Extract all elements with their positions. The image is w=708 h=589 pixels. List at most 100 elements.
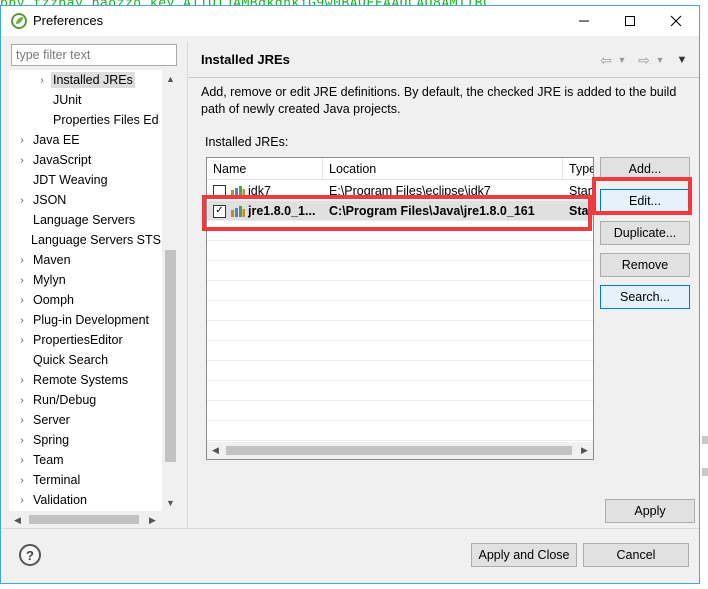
tree-item[interactable]: › Spring — [9, 430, 161, 450]
tree-horizontal-scrollbar[interactable]: ◀ ▶ — [9, 511, 179, 529]
table-row[interactable]: jdk7 E:\Program Files\eclipse\jdk7 Stan — [207, 181, 593, 201]
apply-and-close-button[interactable]: Apply and Close — [471, 543, 577, 567]
expand-arrow-icon[interactable]: › — [17, 455, 27, 466]
back-arrow-icon[interactable]: ⇦ — [597, 51, 615, 69]
scroll-left-icon[interactable]: ◀ — [207, 442, 224, 459]
expand-arrow-icon[interactable]: › — [17, 135, 27, 146]
scroll-down-icon[interactable]: ▼ — [162, 494, 179, 511]
tree-item[interactable]: › Plug-in Development — [9, 310, 161, 330]
column-header-type[interactable]: Type — [563, 158, 593, 180]
tree-item-label: Java EE — [33, 133, 80, 147]
pane-divider[interactable] — [187, 42, 188, 529]
jre-location-cell: C:\Program Files\Java\jre1.8.0_161 — [329, 204, 535, 218]
expand-arrow-icon[interactable]: › — [17, 295, 27, 306]
tree-item[interactable]: Language Servers STS — [9, 230, 161, 250]
table-horizontal-scrollbar[interactable]: ◀ ▶ — [207, 442, 593, 459]
tree-item-label: JDT Weaving — [33, 173, 108, 187]
tree-item[interactable]: Language Servers — [9, 210, 161, 230]
expand-arrow-icon[interactable]: › — [17, 395, 27, 406]
expand-arrow-icon[interactable]: › — [17, 255, 27, 266]
tree-item[interactable]: › Team — [9, 450, 161, 470]
page-title: Installed JREs — [201, 52, 290, 67]
help-icon[interactable]: ? — [19, 544, 41, 566]
tree-vertical-scrollbar[interactable]: ▲ ▼ — [162, 70, 179, 511]
scroll-thumb[interactable] — [165, 250, 176, 462]
empty-row — [207, 401, 593, 421]
tree-item-label: Run/Debug — [33, 393, 97, 407]
tree-item[interactable]: › Validation — [9, 490, 161, 510]
minimize-button[interactable] — [561, 6, 607, 36]
duplicate-button[interactable]: Duplicate... — [600, 221, 690, 245]
tree-item[interactable]: › PropertiesEditor — [9, 330, 161, 350]
edit-button[interactable]: Edit... — [600, 189, 690, 213]
expand-arrow-icon[interactable]: › — [17, 155, 27, 166]
expand-arrow-icon[interactable]: › — [17, 195, 27, 206]
expand-arrow-icon[interactable]: › — [17, 275, 27, 286]
scroll-left-icon[interactable]: ◀ — [9, 511, 26, 529]
tree-item[interactable]: Quick Search — [9, 350, 161, 370]
expand-arrow-icon[interactable]: › — [17, 435, 27, 446]
expand-arrow-icon[interactable]: › — [17, 475, 27, 486]
scroll-right-icon[interactable]: ▶ — [576, 442, 593, 459]
expand-arrow-icon[interactable]: › — [17, 375, 27, 386]
tree-item[interactable]: › Maven — [9, 250, 161, 270]
add-button[interactable]: Add... — [600, 157, 690, 181]
apply-button[interactable]: Apply — [605, 499, 695, 523]
remove-button[interactable]: Remove — [600, 253, 690, 277]
column-header-location[interactable]: Location — [323, 158, 563, 180]
scroll-up-icon[interactable]: ▲ — [162, 70, 179, 87]
tree-item[interactable]: JUnit — [9, 90, 161, 110]
tree-item-label: PropertiesEditor — [33, 333, 123, 347]
tree-item[interactable]: › Oomph — [9, 290, 161, 310]
preferences-navigation: ›Validation›Terminal›Team›Spring›Server›… — [9, 42, 179, 529]
tree-item-label: Maven — [33, 253, 71, 267]
preference-page: Installed JREs ⇦ ▼ ⇨ ▼ ▼ Add, remove or … — [189, 42, 699, 529]
tree-item-label: Language Servers — [33, 213, 136, 227]
jre-type-cell: Stan — [569, 184, 593, 198]
tree-item[interactable]: JDT Weaving — [9, 170, 161, 190]
back-menu-icon[interactable]: ▼ — [617, 51, 627, 69]
forward-arrow-icon[interactable]: ⇨ — [635, 51, 653, 69]
tree-item-label: Spring — [33, 433, 70, 447]
tree-item-label: Oomph — [33, 293, 74, 307]
jre-name: jre1.8.0_1... — [248, 204, 316, 218]
tree-item[interactable]: Properties Files Ed — [9, 110, 161, 130]
close-button[interactable] — [653, 6, 699, 36]
scroll-right-icon[interactable]: ▶ — [144, 511, 161, 529]
tree-item[interactable]: › JSON — [9, 190, 161, 210]
jre-default-checkbox[interactable]: ✓ — [213, 204, 226, 218]
tree-item[interactable]: › Terminal — [9, 470, 161, 490]
tree-item[interactable]: › Run/Debug — [9, 390, 161, 410]
tree-item[interactable]: › Installed JREs — [9, 70, 161, 90]
search-button[interactable]: Search... — [600, 285, 690, 309]
tree-item[interactable]: › Mylyn — [9, 270, 161, 290]
view-menu-icon[interactable]: ▼ — [675, 51, 689, 69]
tree-item[interactable]: › Remote Systems — [9, 370, 161, 390]
jre-default-checkbox[interactable] — [213, 184, 226, 198]
expand-arrow-icon[interactable]: › — [17, 315, 27, 326]
tree-item-label: JUnit — [53, 93, 82, 107]
window-title: Preferences — [33, 13, 104, 28]
expand-arrow-icon[interactable]: › — [37, 75, 47, 86]
cancel-button[interactable]: Cancel — [583, 543, 689, 567]
expand-arrow-icon[interactable]: › — [17, 335, 27, 346]
tree-item[interactable]: › Java EE — [9, 130, 161, 150]
scroll-thumb[interactable] — [226, 446, 572, 455]
scroll-thumb[interactable] — [29, 515, 139, 524]
tree-item-label: Installed JREs — [51, 72, 135, 88]
column-header-name[interactable]: Name — [207, 158, 323, 180]
tree-item-label: JSON — [33, 193, 67, 207]
background-mark — [702, 468, 708, 476]
empty-row — [207, 381, 593, 401]
tree-item-label: Properties Files Ed — [53, 113, 159, 127]
jre-library-icon — [231, 206, 245, 217]
expand-arrow-icon[interactable]: › — [17, 415, 27, 426]
empty-row — [207, 321, 593, 341]
tree-item[interactable]: › JavaScript — [9, 150, 161, 170]
filter-input[interactable] — [11, 44, 177, 66]
forward-menu-icon[interactable]: ▼ — [655, 51, 665, 69]
expand-arrow-icon[interactable]: › — [17, 495, 27, 506]
tree-item[interactable]: › Server — [9, 410, 161, 430]
maximize-button[interactable] — [607, 6, 653, 36]
table-row[interactable]: ✓ jre1.8.0_1... C:\Program Files\Java\jr… — [207, 201, 593, 221]
